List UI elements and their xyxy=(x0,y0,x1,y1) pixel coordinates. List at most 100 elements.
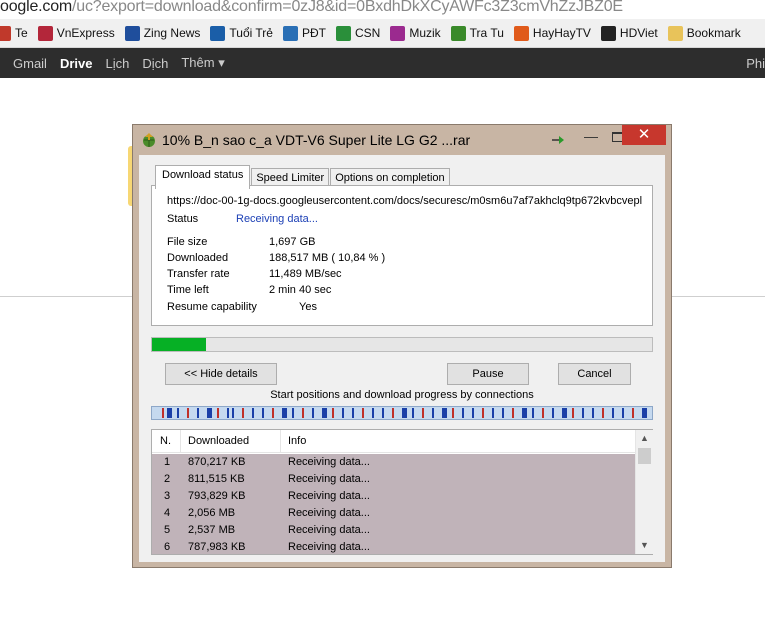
dialog-tabs: Download status Speed Limiter Options on… xyxy=(155,165,451,189)
connection-info: Receiving data... xyxy=(288,524,370,536)
bookmark-label: Bookmark xyxy=(686,26,741,40)
connection-segment xyxy=(452,408,454,418)
pause-button[interactable]: Pause xyxy=(447,363,529,385)
google-nav-right[interactable]: Phi xyxy=(746,56,765,71)
pin-arrow-icon[interactable] xyxy=(551,134,565,146)
connection-segment xyxy=(167,408,172,418)
bookmark-item[interactable]: HayHayTV xyxy=(513,25,591,41)
connection-segment xyxy=(482,408,484,418)
connections-list[interactable]: N. Downloaded Info 1 870,217 KB Receiving … xyxy=(151,429,653,555)
bookmark-item[interactable]: Tuổi Trẻ xyxy=(210,25,273,41)
url-path: /uc?export=download&confirm=0zJ8&id=0Bxd… xyxy=(72,0,623,15)
bookmark-label: CSN xyxy=(354,26,381,40)
connection-segment xyxy=(312,408,314,418)
connection-segment xyxy=(322,408,327,418)
tuoitre-icon xyxy=(210,25,226,41)
google-nav-item[interactable]: Lịch xyxy=(105,56,129,71)
transfer-rate-label: Transfer rate xyxy=(167,268,230,280)
close-button[interactable]: ✕ xyxy=(622,125,666,145)
scroll-up-icon[interactable]: ▲ xyxy=(636,430,653,447)
folder-icon xyxy=(667,25,683,41)
connections-list-header: N. Downloaded Info xyxy=(152,430,635,453)
connection-row[interactable]: 6 787,983 KB Receiving data... xyxy=(152,539,635,554)
bookmark-item[interactable]: VnExpress xyxy=(37,25,115,41)
bookmark-label: Muzik xyxy=(409,26,441,40)
dialog-titlebar[interactable]: 10% B_n sao c_a VDT-V6 Super Lite LG G2 … xyxy=(133,125,671,155)
connection-segment xyxy=(177,408,179,418)
bookmark-label: HDViet xyxy=(619,26,658,40)
file-size-label: File size xyxy=(167,236,208,248)
dialog-title: 10% B_n sao c_a VDT-V6 Super Lite LG G2 … xyxy=(162,132,471,148)
list-scrollbar[interactable]: ▲ ▼ xyxy=(635,430,653,554)
connection-segment xyxy=(372,408,374,418)
connections-rows: 1 870,217 KB Receiving data... 2 811,515 KB R… xyxy=(152,454,635,554)
connection-info: Receiving data... xyxy=(288,473,370,485)
bookmark-item[interactable]: Te xyxy=(0,25,28,41)
connection-segment xyxy=(232,408,234,418)
connection-downloaded: 811,515 KB xyxy=(188,473,245,485)
connection-segment xyxy=(552,408,554,418)
resume-capability-value: Yes xyxy=(299,301,317,313)
file-size-value: 1,697 GB xyxy=(269,236,316,248)
google-nav-item[interactable]: Dịch xyxy=(142,56,168,71)
connection-row[interactable]: 4 2,056 MB Receiving data... xyxy=(152,505,635,522)
connection-segment xyxy=(522,408,527,418)
bookmark-icon xyxy=(0,25,11,41)
bookmark-item[interactable]: Bookmark xyxy=(667,25,741,41)
connection-segment xyxy=(262,408,264,418)
connection-segment xyxy=(632,408,634,418)
connection-segment xyxy=(187,408,189,418)
connection-segment xyxy=(442,408,447,418)
header-downloaded[interactable]: Downloaded xyxy=(188,435,249,447)
connection-info: Receiving data... xyxy=(288,541,370,553)
connection-segment xyxy=(592,408,594,418)
header-info[interactable]: Info xyxy=(288,435,306,447)
cancel-button[interactable]: Cancel xyxy=(558,363,631,385)
muzik-icon xyxy=(390,25,406,41)
dialog-client: Download status Speed Limiter Options on… xyxy=(139,155,665,562)
connection-segment xyxy=(402,408,407,418)
bookmark-label: HayHayTV xyxy=(532,26,591,40)
minimize-button[interactable]: — xyxy=(578,129,604,147)
bookmark-item[interactable]: HDViet xyxy=(600,25,658,41)
download-url: https://doc-00-1g-docs.googleusercontent… xyxy=(167,195,643,207)
connection-row[interactable]: 2 811,515 KB Receiving data... xyxy=(152,471,635,488)
connection-info: Receiving data... xyxy=(288,490,370,502)
connection-segment xyxy=(512,408,514,418)
bookmark-item[interactable]: Zing News xyxy=(124,25,201,41)
address-bar[interactable]: oogle.com/uc?export=download&confirm=0zJ… xyxy=(0,0,765,16)
connection-row[interactable]: 5 2,537 MB Receiving data... xyxy=(152,522,635,539)
connection-n: 3 xyxy=(164,490,171,502)
connection-row[interactable]: 1 870,217 KB Receiving data... xyxy=(152,454,635,471)
connection-info: Receiving data... xyxy=(288,507,370,519)
bookmark-item[interactable]: CSN xyxy=(335,25,381,41)
connection-segment xyxy=(412,408,414,418)
bookmark-item[interactable]: Muzik xyxy=(390,25,441,41)
connection-row[interactable]: 3 793,829 KB Receiving data... xyxy=(152,488,635,505)
status-value: Receiving data... xyxy=(236,213,318,225)
connection-segment xyxy=(572,408,574,418)
connection-segment xyxy=(542,408,544,418)
connection-downloaded: 793,829 KB xyxy=(188,490,246,502)
google-nav-item[interactable]: Thêm ▾ xyxy=(181,55,224,71)
hide-details-button[interactable]: << Hide details xyxy=(165,363,277,385)
download-progress-bar xyxy=(151,337,653,352)
connection-segment xyxy=(612,408,614,418)
bookmarks-bar: Te VnExpress Zing News Tuổi Trẻ PĐT CSN Muzik T… xyxy=(0,19,765,48)
idm-globe-icon xyxy=(143,133,155,147)
bookmark-item[interactable]: Tra Tu xyxy=(450,25,504,41)
connection-info: Receiving data... xyxy=(288,456,370,468)
connection-segment xyxy=(217,408,219,418)
bookmark-item[interactable]: PĐT xyxy=(282,25,326,41)
connection-segment xyxy=(332,408,334,418)
scroll-down-icon[interactable]: ▼ xyxy=(636,537,653,554)
zing-icon xyxy=(124,25,140,41)
google-nav-item[interactable]: Gmail xyxy=(13,56,47,71)
google-nav-item[interactable]: Drive xyxy=(60,56,93,71)
header-number[interactable]: N. xyxy=(160,435,171,447)
connection-segment xyxy=(642,408,647,418)
bookmark-label: VnExpress xyxy=(56,26,115,40)
bookmark-label: Zing News xyxy=(143,26,201,40)
scroll-thumb[interactable] xyxy=(638,448,651,464)
tab-download-status[interactable]: Download status xyxy=(155,165,251,189)
